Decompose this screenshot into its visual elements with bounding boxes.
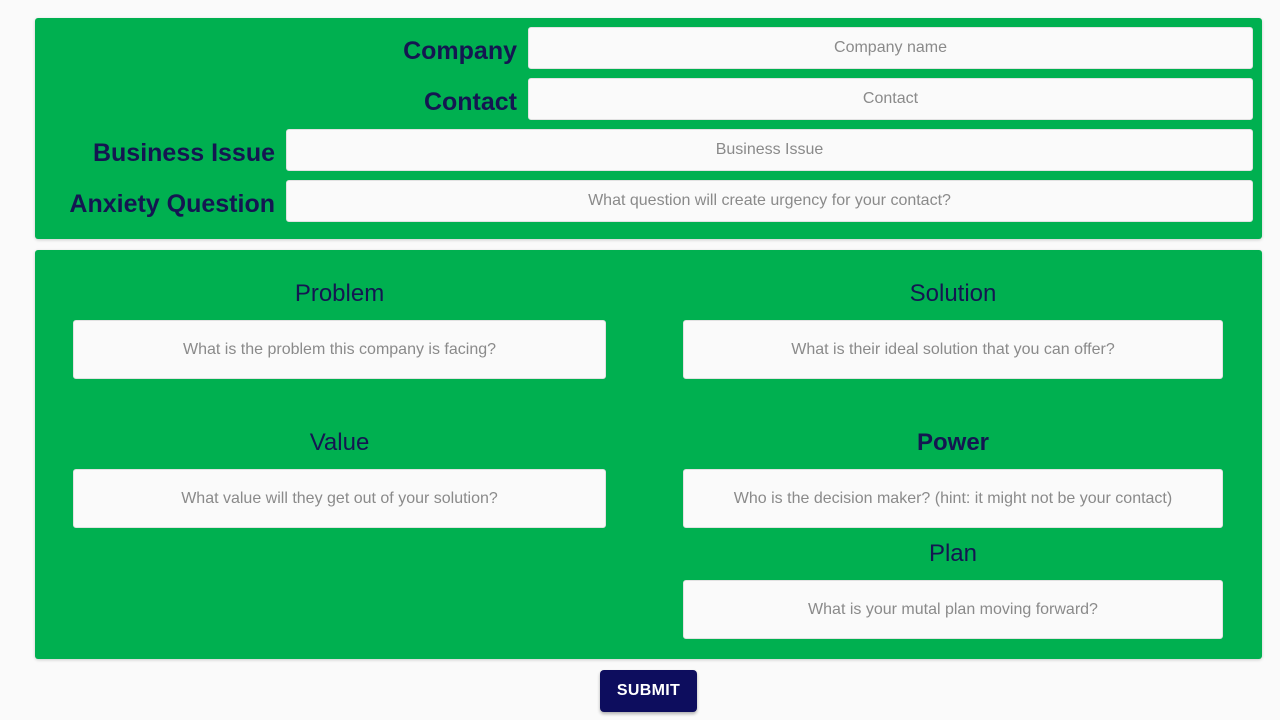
power-label: Power [916,429,990,456]
sales-plan-panel: Problem Solution Value Power Plan [35,250,1262,659]
problem-field[interactable] [73,320,606,379]
anxiety-question-label: Anxiety Question [69,190,275,218]
plan-field[interactable] [683,580,1223,639]
plan-label: Plan [928,540,978,567]
company-name-field[interactable] [528,27,1253,69]
submit-button[interactable]: SUBMIT [600,670,697,712]
business-issue-field[interactable] [286,129,1253,171]
business-issue-label: Business Issue [92,139,275,167]
contact-field[interactable] [528,78,1253,120]
value-field[interactable] [73,469,606,528]
header-form-panel: Company Contact Business Issue Anxiety Q… [35,18,1262,239]
anxiety-question-field[interactable] [286,180,1253,222]
power-field[interactable] [683,469,1223,528]
value-label: Value [309,429,370,456]
contact-label: Contact [423,88,517,116]
problem-label: Problem [294,280,385,307]
solution-label: Solution [909,280,997,307]
company-label: Company [403,37,517,65]
solution-field[interactable] [683,320,1223,379]
